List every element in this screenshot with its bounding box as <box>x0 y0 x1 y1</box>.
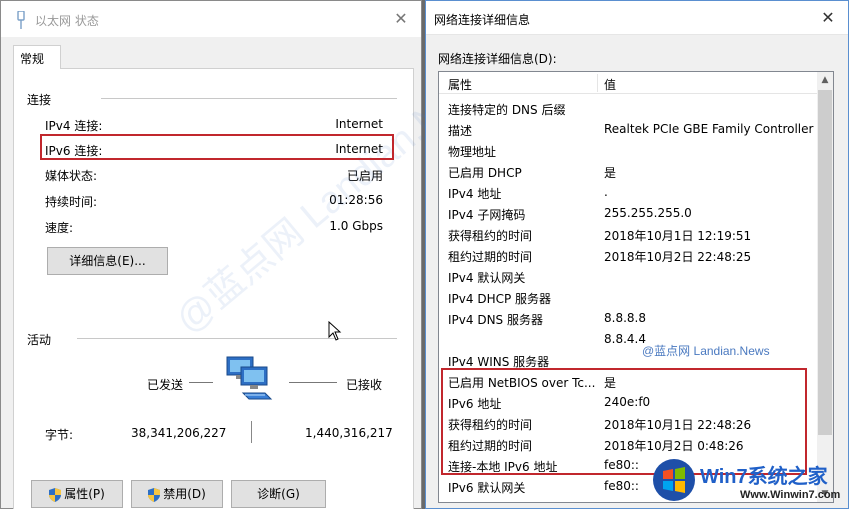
window-title: 网络连接详细信息 <box>434 13 531 27</box>
list-item[interactable]: IPv4 默认网关 <box>439 266 819 287</box>
ipv4-label: IPv4 连接: <box>45 119 103 133</box>
list-item[interactable]: IPv4 地址. <box>439 182 819 203</box>
list-item[interactable]: IPv4 DNS 服务器 8.8.8.8 <box>439 308 819 329</box>
ethernet-status-window: 以太网 状态 ✕ 常规 连接 IPv4 连接: Internet IPv6 连接… <box>0 0 505 509</box>
network-adapter-icon <box>17 11 25 29</box>
credit-watermark: @蓝点网 Landian.News <box>642 344 770 358</box>
property-cell: 物理地址 <box>448 145 497 159</box>
property-cell: IPv4 DNS 服务器 <box>448 313 543 327</box>
vertical-scrollbar[interactable]: ▲ ▼ <box>817 72 833 502</box>
bytes-received-value: 1,440,316,217 <box>305 426 393 440</box>
list-header: 属性 值 <box>439 72 819 94</box>
value-cell: 255.255.255.0 <box>604 206 692 220</box>
property-cell: 租约过期的时间 <box>448 250 533 264</box>
duration-label: 持续时间: <box>45 195 98 209</box>
divider <box>251 421 252 443</box>
bytes-label: 字节: <box>45 428 74 442</box>
list-caption: 网络连接详细信息(D): <box>438 52 557 66</box>
properties-button[interactable]: 属性(P) <box>31 480 123 508</box>
list-item[interactable]: IPv4 DHCP 服务器 <box>439 287 819 308</box>
sent-label: 已发送 <box>147 378 184 392</box>
diagnose-button[interactable]: 诊断(G) <box>231 480 326 508</box>
disable-label: 禁用(D) <box>163 487 206 501</box>
value-cell: . <box>604 185 608 199</box>
tab-general[interactable]: 常规 <box>13 45 61 69</box>
property-cell: IPv4 地址 <box>448 187 502 201</box>
scroll-up-icon[interactable]: ▲ <box>817 72 833 88</box>
divider <box>77 338 397 339</box>
shield-icon <box>148 487 161 502</box>
ipv6-highlight <box>40 134 394 160</box>
brand-name: Win7系统之家 <box>700 466 828 488</box>
disable-button[interactable]: 禁用(D) <box>131 480 223 508</box>
list-item[interactable]: 获得租约的时间 2018年10月1日 12:19:51 <box>439 224 819 245</box>
value-cell: 8.8.4.4 <box>604 332 646 346</box>
value-cell: 2018年10月2日 22:48:25 <box>604 250 752 264</box>
received-line <box>289 382 337 383</box>
scroll-thumb[interactable] <box>818 90 832 435</box>
column-separator[interactable] <box>597 74 598 92</box>
window-title: 以太网 状态 <box>35 14 99 28</box>
list-item[interactable]: 租约过期的时间 2018年10月2日 22:48:25 <box>439 245 819 266</box>
connection-group-title: 连接 <box>27 93 52 107</box>
media-state-label: 媒体状态: <box>45 169 98 183</box>
property-cell: 已启用 DHCP <box>448 166 522 180</box>
sent-line <box>189 382 213 383</box>
property-cell: 获得租约的时间 <box>448 229 533 243</box>
property-cell: IPv4 子网掩码 <box>448 208 526 222</box>
brand-watermark: Win7系统之家 Www.Winwin7.com <box>652 456 848 506</box>
shield-icon <box>49 487 62 502</box>
close-icon[interactable]: ✕ <box>818 8 838 28</box>
close-icon[interactable]: ✕ <box>391 9 411 29</box>
mouse-cursor-icon <box>328 321 342 341</box>
value-cell: 2018年10月1日 12:19:51 <box>604 229 752 243</box>
brand-url: Www.Winwin7.com <box>740 489 841 501</box>
speed-label: 速度: <box>45 221 74 235</box>
activity-group-title: 活动 <box>27 333 52 347</box>
value-cell: fe80:: <box>604 479 639 493</box>
list-item[interactable]: IPv4 子网掩码 255.255.255.0 <box>439 203 819 224</box>
windows-logo-icon <box>653 459 695 501</box>
column-header-value[interactable]: 值 <box>604 76 616 93</box>
value-cell: Realtek PCIe GBE Family Controller <box>604 122 814 136</box>
details-button[interactable]: 详细信息(E)... <box>47 247 168 275</box>
divider <box>101 98 397 99</box>
value-cell: 8.8.8.8 <box>604 311 646 325</box>
received-label: 已接收 <box>346 378 383 392</box>
list-item[interactable]: 连接特定的 DNS 后缀 <box>439 98 819 119</box>
value-cell: 是 <box>604 166 617 180</box>
properties-label: 属性(P) <box>64 487 105 501</box>
property-cell: IPv4 DHCP 服务器 <box>448 292 552 306</box>
bytes-sent-value: 38,341,206,227 <box>131 426 227 440</box>
property-cell: IPv6 默认网关 <box>448 481 526 495</box>
title-bar: 以太网 状态 ✕ <box>1 1 421 37</box>
list-item[interactable]: 已启用 DHCP 是 <box>439 161 819 182</box>
property-cell: 连接特定的 DNS 后缀 <box>448 103 566 117</box>
list-item[interactable]: 描述 Realtek PCIe GBE Family Controller <box>439 119 819 140</box>
property-cell: IPv4 默认网关 <box>448 271 526 285</box>
title-bar: 网络连接详细信息 ✕ <box>426 1 848 35</box>
property-cell: 描述 <box>448 124 473 138</box>
network-activity-icon <box>226 356 273 400</box>
list-item[interactable]: 物理地址 <box>439 140 819 161</box>
column-header-property[interactable]: 属性 <box>448 76 472 93</box>
